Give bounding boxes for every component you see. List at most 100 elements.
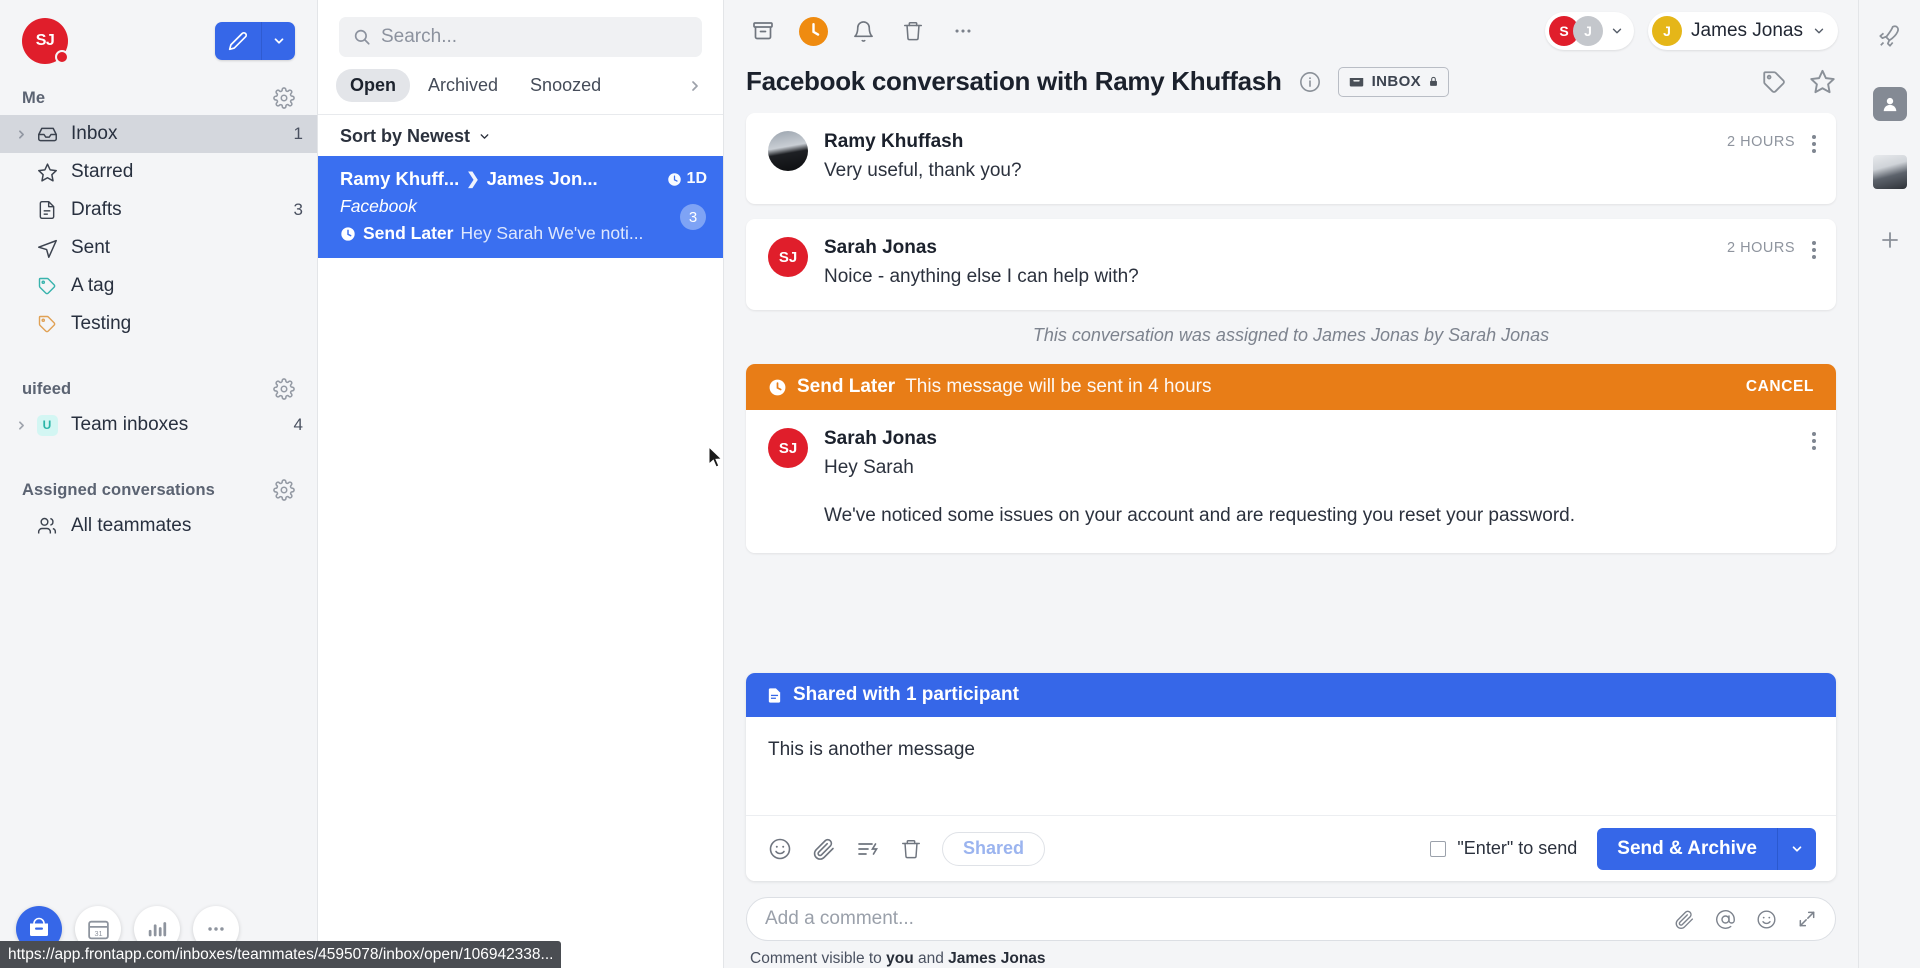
checkbox[interactable]: [1430, 840, 1447, 857]
compose-dropdown-button[interactable]: [262, 22, 295, 60]
composer-header-label: Shared with 1 participant: [793, 684, 1019, 705]
sidebar-item-label: A tag: [71, 275, 115, 296]
add-plugin-icon[interactable]: [1870, 220, 1910, 260]
conversation-to: James Jon...: [486, 168, 598, 189]
conversation-channel: Facebook: [340, 196, 417, 216]
chevron-right-icon[interactable]: [10, 128, 32, 141]
message-menu-icon[interactable]: [1812, 428, 1816, 450]
sidebar-section-label: Me: [22, 88, 46, 107]
tag-icon: [32, 276, 62, 296]
message-greeting: Hey Sarah: [824, 457, 914, 478]
gear-icon[interactable]: [273, 378, 295, 400]
conversation-header: Facebook conversation with Ramy Khuffash…: [724, 62, 1858, 113]
send-later-subtitle: This message will be sent in 4 hours: [905, 376, 1212, 397]
inbox-icon: [1348, 73, 1365, 90]
sidebar-item-all-teammates[interactable]: All teammates: [0, 507, 317, 545]
tab-snoozed[interactable]: Snoozed: [516, 69, 615, 102]
attachment-icon[interactable]: [812, 837, 836, 861]
comment-note-user: James Jonas: [948, 950, 1046, 967]
attachment-icon[interactable]: [1674, 909, 1695, 930]
inbox-chip-label: INBOX: [1371, 73, 1422, 90]
search-container: Search...: [318, 0, 723, 67]
sidebar-item-label: Drafts: [71, 199, 122, 220]
cancel-send-later-button[interactable]: CANCEL: [1746, 378, 1814, 396]
assignee-selector[interactable]: S J: [1545, 12, 1635, 50]
inbox-icon: [32, 124, 62, 145]
message-author: Sarah Jonas: [824, 237, 937, 258]
current-user-menu[interactable]: J James Jonas: [1648, 12, 1838, 50]
trash-icon[interactable]: [888, 8, 938, 54]
sidebar-item-sent[interactable]: Sent: [0, 229, 317, 267]
account-avatar[interactable]: SJ: [22, 18, 69, 64]
send-options-dropdown[interactable]: [1778, 827, 1816, 870]
person-photo: [1872, 155, 1907, 189]
send-later-body: SJ Sarah Jonas Hey Sarah We've noticed s…: [746, 410, 1836, 553]
sidebar-item-a-tag[interactable]: A tag: [0, 267, 317, 305]
star-icon[interactable]: [1809, 68, 1836, 95]
emoji-icon[interactable]: [768, 837, 792, 861]
search-input[interactable]: Search...: [339, 17, 702, 57]
sent-icon: [32, 238, 62, 259]
status-bar-url-text: https://app.frontapp.com/inboxes/teammat…: [8, 945, 554, 963]
tab-open[interactable]: Open: [336, 69, 411, 102]
tab-archived[interactable]: Archived: [414, 69, 512, 102]
comment-note-prefix: Comment visible to: [750, 950, 887, 967]
comment-placeholder: Add a comment...: [765, 908, 914, 929]
snooze-clock-icon[interactable]: [788, 8, 838, 54]
info-icon[interactable]: [1299, 71, 1321, 93]
delete-draft-icon[interactable]: [900, 838, 922, 860]
conversation-panel: S J J James Jonas Facebook conversation …: [724, 0, 1858, 968]
expand-icon[interactable]: [1797, 909, 1817, 929]
gear-icon[interactable]: [273, 87, 295, 109]
sidebar-item-drafts[interactable]: Drafts 3: [0, 191, 317, 229]
message-meta: [1812, 428, 1816, 527]
inbox-chip[interactable]: INBOX: [1337, 66, 1450, 97]
comment-input[interactable]: Add a comment...: [746, 897, 1836, 941]
tag-icon[interactable]: [1761, 69, 1787, 95]
conversation-toolbar: S J J James Jonas: [724, 0, 1858, 62]
gear-icon[interactable]: [273, 479, 295, 501]
sidebar-section-label: Assigned conversations: [22, 480, 215, 499]
message-timestamp: 2 HOURS: [1727, 134, 1795, 150]
compose-button[interactable]: [215, 22, 262, 60]
bell-icon[interactable]: [838, 8, 888, 54]
person-photo-icon[interactable]: [1870, 152, 1910, 192]
send-and-archive-button[interactable]: Send & Archive: [1597, 827, 1778, 870]
conversation-preview-row: Send Later Hey Sarah We've noti...: [340, 223, 707, 244]
comment-area: Add a comment... Comment visible to you …: [724, 881, 1858, 968]
rocket-icon[interactable]: [1870, 16, 1910, 56]
template-icon[interactable]: [856, 837, 880, 861]
sidebar-item-label: All teammates: [71, 515, 192, 536]
message-card: Ramy Khuffash Very useful, thank you? 2 …: [746, 113, 1836, 204]
avatar: [768, 131, 808, 171]
contact-icon[interactable]: [1870, 84, 1910, 124]
chevron-right-icon[interactable]: [10, 419, 32, 432]
chevron-right-icon[interactable]: [687, 78, 711, 94]
search-icon: [353, 28, 371, 46]
sidebar-section-label: uifeed: [22, 379, 72, 398]
shared-draft-icon: [766, 686, 783, 705]
filter-tabs: Open Archived Snoozed: [318, 67, 723, 115]
composer-textarea[interactable]: This is another message: [746, 717, 1836, 815]
conversation-list-item[interactable]: Ramy Khuff... ❯ James Jon... 1D Facebook…: [318, 156, 723, 258]
send-later-message: Send Later This message will be sent in …: [746, 364, 1836, 553]
archive-icon[interactable]: [738, 8, 788, 54]
conversation-timestamp: 1D: [667, 170, 707, 188]
mention-icon[interactable]: [1715, 909, 1736, 930]
more-icon[interactable]: [938, 8, 988, 54]
sidebar-item-team-inboxes[interactable]: U Team inboxes 4: [0, 406, 317, 444]
message-thread: Ramy Khuffash Very useful, thank you? 2 …: [724, 113, 1858, 673]
conversation-header-actions: [1761, 68, 1836, 95]
message-menu-icon[interactable]: [1812, 131, 1816, 153]
sidebar-item-label: Inbox: [71, 123, 118, 144]
sort-control[interactable]: Sort by Newest: [318, 115, 723, 156]
account-avatar-initials: SJ: [35, 32, 55, 49]
enter-to-send-toggle[interactable]: "Enter" to send: [1430, 838, 1577, 859]
shared-status-chip[interactable]: Shared: [942, 831, 1046, 866]
conversation-status-label: Send Later: [363, 223, 454, 243]
sidebar-item-testing[interactable]: Testing: [0, 305, 317, 343]
sidebar-item-inbox[interactable]: Inbox 1: [0, 115, 317, 153]
message-menu-icon[interactable]: [1812, 237, 1816, 259]
emoji-icon[interactable]: [1756, 909, 1777, 930]
sidebar-item-starred[interactable]: Starred: [0, 153, 317, 191]
